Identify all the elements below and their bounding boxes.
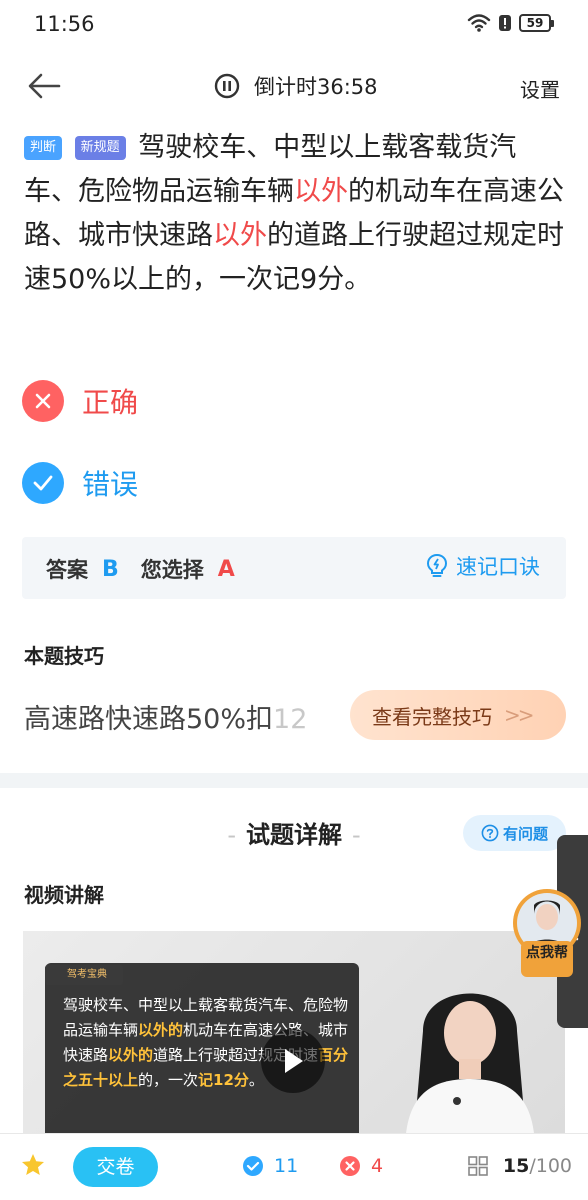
nav-bar: 倒计时36:58 设置 [0,55,588,117]
pause-icon[interactable] [214,73,240,99]
alert-icon [499,15,511,31]
battery-icon: 59 [519,14,554,32]
question-text: 判断 新规题 驾驶校车、中型以上载客载货汽车、危险物品运输车辆以外的机动车在高速… [24,126,564,302]
play-button[interactable] [261,1029,325,1093]
question-mark-icon [481,824,499,842]
question-highlight-1: 以外 [294,176,348,207]
wrong-count-value: 4 [371,1155,384,1177]
double-chevron-icon: >> [504,703,534,727]
current-question: 15 [502,1155,530,1177]
section-divider [0,773,588,788]
play-icon [285,1049,303,1073]
chosen-label: 您选择 [140,558,204,582]
check-mark-icon [22,462,64,504]
favorite-star-icon[interactable] [20,1152,46,1178]
battery-level: 59 [519,14,551,32]
answer-info: 答案 B 您选择 A [46,554,235,584]
view-full-tip-button[interactable]: 查看完整技巧 >> [350,690,566,740]
wrong-count: 4 [339,1155,383,1177]
correct-count: 11 [242,1155,298,1177]
tip-title: 本题技巧 [24,644,104,668]
back-arrow-icon[interactable] [26,69,62,103]
memo-button[interactable]: 速记口诀 [426,551,540,581]
memo-label: 速记口诀 [456,555,540,579]
status-time: 11:56 [34,12,95,36]
check-circle-icon [243,1156,263,1176]
question-highlight-2: 以外 [213,220,267,251]
question-progress[interactable]: 15/100 [467,1155,572,1177]
submit-exam-button[interactable]: 交卷 [73,1147,158,1187]
cross-circle-icon [340,1156,360,1176]
option-incorrect[interactable]: 错误 [22,462,138,504]
report-question-button[interactable]: 有问题 [463,815,566,851]
tip-button-label: 查看完整技巧 [372,704,492,729]
video-section-title: 视频讲解 [24,883,104,907]
countdown-timer[interactable]: 倒计时36:58 [214,71,378,101]
tip-text-main: 高速路快速路50%扣 [24,704,274,735]
answer-value: B [102,556,119,582]
settings-button[interactable]: 设置 [520,74,560,103]
explanation-title-text: 试题详解 [246,821,342,849]
total-questions: /100 [529,1155,572,1177]
question-type-tag: 判断 [24,136,63,160]
presenter-figure [405,993,535,1136]
answer-label: 答案 [46,558,88,582]
wrong-mark-icon [22,380,64,422]
answer-summary: 答案 B 您选择 A 速记口诀 [22,537,566,599]
video-brand-label: 驾考宝典 [45,965,123,985]
svg-text:点我帮: 点我帮 [526,944,568,961]
video-player[interactable]: 驾考宝典 驾驶校车、中型以上载客载货汽车、危险物品运输车辆以外的机动车在高速公路… [23,931,565,1136]
status-icons: 59 [467,13,554,33]
wifi-icon [467,14,491,32]
correct-count-value: 11 [274,1155,299,1177]
option-label: 正确 [82,386,139,419]
new-rule-tag: 新规题 [74,136,126,160]
bottom-bar: 交卷 11 4 15/100 [0,1133,588,1200]
timer-text: 倒计时36:58 [254,75,378,99]
chosen-value: A [217,556,235,582]
option-label: 错误 [82,468,139,501]
status-bar: 11:56 59 [0,0,588,50]
lightbulb-icon [426,553,448,577]
tip-text: 高速路快速路50%扣12 [24,697,364,736]
option-correct[interactable]: 正确 [22,380,138,422]
helper-avatar-button[interactable]: 点我帮 [512,875,582,980]
tip-text-faded: 12 [273,704,308,735]
report-question-label: 有问题 [502,824,548,843]
grid-icon [468,1156,488,1176]
